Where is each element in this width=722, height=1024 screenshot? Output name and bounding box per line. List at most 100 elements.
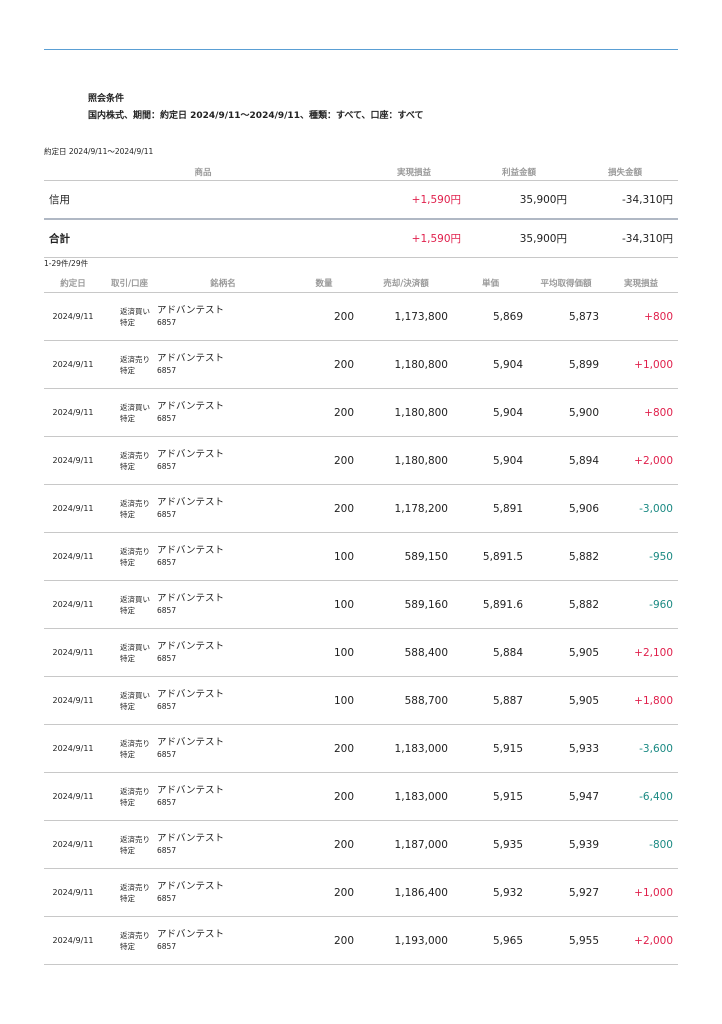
trade-account-cell: 返済売り 特定 [102,868,157,917]
amount: 1,193,000 [359,916,453,965]
account-type: 特定 [120,509,135,519]
account-type: 特定 [120,845,135,855]
trade-type: 返済買い [120,594,150,604]
stock-cell: アドバンテスト 6857 [157,916,289,965]
avg-cost: 5,905 [528,676,604,725]
trade-type: 返済売り [120,546,150,556]
trade-date: 2024/9/11 [44,436,102,485]
avg-cost: 5,947 [528,772,604,821]
stock-cell: アドバンテスト 6857 [157,724,289,773]
top-rule [44,49,678,50]
table-row: 2024/9/11 返済売り 特定 アドバンテスト 6857 200 1,180,800 5,… [44,436,678,485]
trade-date: 2024/9/11 [44,820,102,869]
unit-price: 5,935 [453,820,528,869]
detail-table: 約定日 取引/口座 銘柄名 数量 売却/決済額 単価 平均取得価額 実現損益 2… [44,274,678,965]
header-trade-account: 取引/口座 [102,274,157,293]
summary-row-margin: 信用 +1,590円 35,900円 -34,310円 [44,180,678,220]
header-stock-name: 銘柄名 [157,274,289,293]
header-unit-price: 単価 [453,274,528,293]
trade-account-cell: 返済売り 特定 [102,916,157,965]
summary-row-total: 合計 +1,590円 35,900円 -34,310円 [44,219,678,258]
trade-type: 返済売り [120,354,150,364]
quantity: 200 [289,340,359,389]
amount: 1,180,800 [359,340,453,389]
table-row: 2024/9/11 返済買い 特定 アドバンテスト 6857 100 589,160 5,89… [44,580,678,629]
unit-price: 5,887 [453,676,528,725]
stock-cell: アドバンテスト 6857 [157,676,289,725]
trade-date: 2024/9/11 [44,724,102,773]
summary-loss: -34,310円 [572,219,678,258]
quantity: 200 [289,292,359,341]
trade-account-cell: 返済売り 特定 [102,340,157,389]
table-row: 2024/9/11 返済売り 特定 アドバンテスト 6857 200 1,180,800 5,… [44,340,678,389]
avg-cost: 5,899 [528,340,604,389]
realized-pnl: -950 [604,532,678,581]
stock-code: 6857 [157,318,177,327]
account-type: 特定 [120,413,135,423]
amount: 1,187,000 [359,820,453,869]
stock-name: アドバンテスト [157,785,224,796]
stock-code: 6857 [157,366,177,375]
realized-pnl: -3,000 [604,484,678,533]
avg-cost: 5,882 [528,532,604,581]
stock-cell: アドバンテスト 6857 [157,772,289,821]
avg-cost: 5,933 [528,724,604,773]
amount: 1,178,200 [359,484,453,533]
trade-date: 2024/9/11 [44,532,102,581]
trade-account-cell: 返済買い 特定 [102,676,157,725]
account-type: 特定 [120,653,135,663]
unit-price: 5,884 [453,628,528,677]
unit-price: 5,915 [453,724,528,773]
unit-price: 5,915 [453,772,528,821]
summary-pnl: +1,590円 [362,180,466,220]
trade-date: 2024/9/11 [44,292,102,341]
trade-account-cell: 返済買い 特定 [102,388,157,437]
realized-pnl: +1,800 [604,676,678,725]
stock-name: アドバンテスト [157,401,224,412]
quantity: 100 [289,628,359,677]
unit-price: 5,904 [453,340,528,389]
stock-code: 6857 [157,414,177,423]
header-profit: 利益金額 [466,164,572,181]
unit-price: 5,891.6 [453,580,528,629]
summary-table: 商品 実現損益 利益金額 損失金額 信用 +1,590円 35,900円 -34… [44,164,678,258]
unit-price: 5,904 [453,388,528,437]
stock-name: アドバンテスト [157,353,224,364]
realized-pnl: +2,000 [604,916,678,965]
stock-code: 6857 [157,750,177,759]
trade-type: 返済買い [120,690,150,700]
stock-cell: アドバンテスト 6857 [157,580,289,629]
stock-name: アドバンテスト [157,545,224,556]
stock-name: アドバンテスト [157,593,224,604]
table-row: 2024/9/11 返済売り 特定 アドバンテスト 6857 200 1,187,000 5,… [44,820,678,869]
stock-name: アドバンテスト [157,929,224,940]
summary-label: 信用 [44,180,362,220]
stock-name: アドバンテスト [157,641,224,652]
realized-pnl: +1,000 [604,868,678,917]
amount: 588,700 [359,676,453,725]
stock-name: アドバンテスト [157,305,224,316]
avg-cost: 5,894 [528,436,604,485]
table-row: 2024/9/11 返済買い 特定 アドバンテスト 6857 100 588,400 5,88… [44,628,678,677]
realized-pnl: -3,600 [604,724,678,773]
trade-date: 2024/9/11 [44,916,102,965]
stock-name: アドバンテスト [157,881,224,892]
stock-cell: アドバンテスト 6857 [157,340,289,389]
header-quantity: 数量 [289,274,359,293]
stock-cell: アドバンテスト 6857 [157,292,289,341]
header-amount: 売却/決済額 [359,274,453,293]
trade-account-cell: 返済買い 特定 [102,628,157,677]
stock-code: 6857 [157,606,177,615]
trade-account-cell: 返済売り 特定 [102,484,157,533]
conditions-title: 照会条件 [88,94,125,104]
stock-name: アドバンテスト [157,497,224,508]
quantity: 200 [289,820,359,869]
summary-pnl: +1,590円 [362,219,466,258]
trade-date: 2024/9/11 [44,772,102,821]
avg-cost: 5,927 [528,868,604,917]
realized-pnl: -960 [604,580,678,629]
avg-cost: 5,882 [528,580,604,629]
account-type: 特定 [120,317,135,327]
trade-account-cell: 返済売り 特定 [102,436,157,485]
amount: 588,400 [359,628,453,677]
